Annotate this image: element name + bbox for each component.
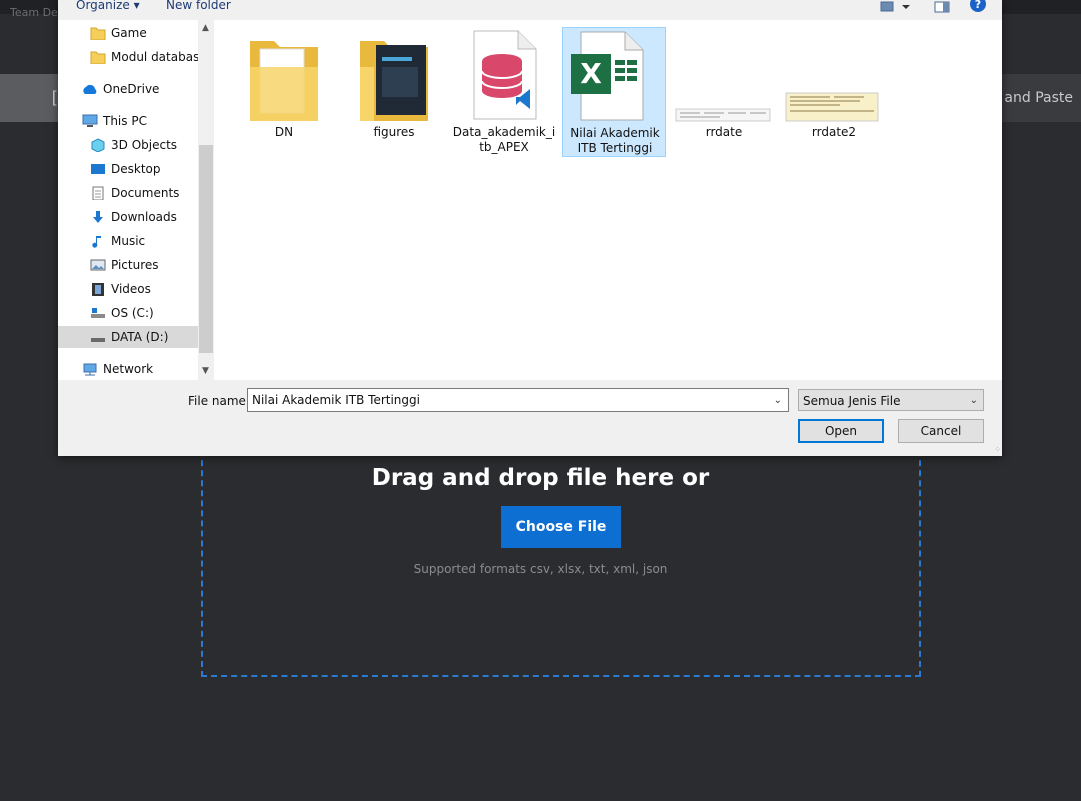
file-name-value: Nilai Akademik ITB Tertinggi: [252, 393, 420, 407]
file-item-data-akademik-itb-apex[interactable]: Data_akademik_itb_APEX: [452, 27, 556, 157]
drop-zone-title: Drag and drop file here or: [371, 465, 710, 491]
folder-icon: [90, 27, 106, 40]
computer-icon: [82, 114, 98, 127]
video-icon: [92, 283, 104, 296]
file-item-figures[interactable]: figures: [342, 27, 446, 157]
chevron-down-icon[interactable]: ⌄: [774, 390, 782, 412]
drive-icon: [91, 338, 105, 342]
app-title: Team De: [10, 6, 58, 19]
image-thumbnail-icon: [785, 92, 879, 122]
image-thumbnail-icon: [675, 108, 771, 122]
cancel-button[interactable]: Cancel: [898, 419, 984, 443]
nav-item-data-d[interactable]: DATA (D:): [58, 326, 198, 348]
open-button[interactable]: Open: [798, 419, 884, 443]
cloud-icon: [83, 84, 97, 94]
file-name: rrdate: [705, 125, 743, 139]
desktop-icon: [91, 164, 105, 174]
file-item-nilai-akademik-itb-tertinggi[interactable]: X Nilai Akademik ITB Tertinggi: [562, 27, 666, 157]
download-icon: [93, 211, 103, 223]
view-options-icon[interactable]: [880, 0, 912, 17]
app-tab-label: [: [52, 89, 57, 106]
folder-icon: [360, 41, 428, 121]
supported-formats-text: Supported formats csv, xlsx, txt, xml, j…: [413, 562, 668, 576]
file-type-value: Semua Jenis File: [803, 394, 901, 408]
file-name: Data_akademik_itb_APEX: [452, 125, 556, 154]
new-folder-button[interactable]: New folder: [166, 0, 231, 12]
folder-icon: [250, 41, 318, 121]
file-item-rrdate[interactable]: rrdate: [672, 27, 776, 157]
network-icon: [83, 363, 97, 376]
preview-pane-icon[interactable]: [934, 0, 950, 17]
pictures-icon: [90, 259, 106, 271]
choose-file-button[interactable]: Choose File: [501, 506, 621, 548]
file-item-dn[interactable]: DN: [232, 27, 336, 157]
excel-file-icon: X: [571, 31, 644, 121]
drop-zone[interactable]: [201, 420, 921, 677]
svg-text:X: X: [580, 57, 602, 90]
organize-menu[interactable]: Organize ▾: [76, 0, 140, 12]
scrollbar-thumb[interactable]: [199, 145, 213, 353]
navigation-pane: Game Modul database OneDrive This PC 3D …: [58, 20, 214, 380]
scroll-up-icon[interactable]: ▲: [202, 23, 209, 33]
navigation-scrollbar[interactable]: ▲ ▼: [198, 20, 214, 380]
copy-paste-tab[interactable]: y and Paste: [992, 90, 1073, 106]
folder-icon: [90, 51, 106, 64]
file-name: rrdate2: [811, 125, 857, 139]
scroll-down-icon[interactable]: ▼: [202, 366, 209, 376]
file-item-rrdate2[interactable]: rrdate2: [782, 27, 886, 157]
file-name-label: File name:: [188, 394, 250, 408]
dialog-footer: File name: Nilai Akademik ITB Tertinggi …: [58, 380, 1002, 456]
database-file-icon: [473, 30, 537, 120]
file-name: Nilai Akademik ITB Tertinggi: [570, 126, 660, 155]
svg-text:?: ?: [975, 0, 981, 11]
file-name-input[interactable]: Nilai Akademik ITB Tertinggi ⌄: [247, 388, 789, 412]
file-list: DN figures Data_akademik_itb_APEX X Nila…: [214, 20, 1002, 380]
document-icon: [92, 186, 104, 200]
cube-icon: [91, 138, 105, 152]
app-tab-active[interactable]: [0, 74, 58, 122]
file-name: figures: [373, 125, 415, 139]
drive-icon: [91, 308, 105, 318]
file-type-select[interactable]: Semua Jenis File ⌄: [798, 389, 984, 411]
resize-grip-icon[interactable]: ⁘: [994, 445, 1001, 454]
file-open-dialog: Organize ▾ New folder ? Game Modul datab…: [58, 0, 1002, 456]
help-icon[interactable]: ?: [970, 0, 986, 18]
chevron-down-icon[interactable]: ⌄: [970, 390, 978, 412]
music-icon: [92, 236, 101, 248]
file-name: DN: [274, 125, 294, 139]
dialog-toolbar: Organize ▾ New folder ?: [58, 0, 1002, 20]
